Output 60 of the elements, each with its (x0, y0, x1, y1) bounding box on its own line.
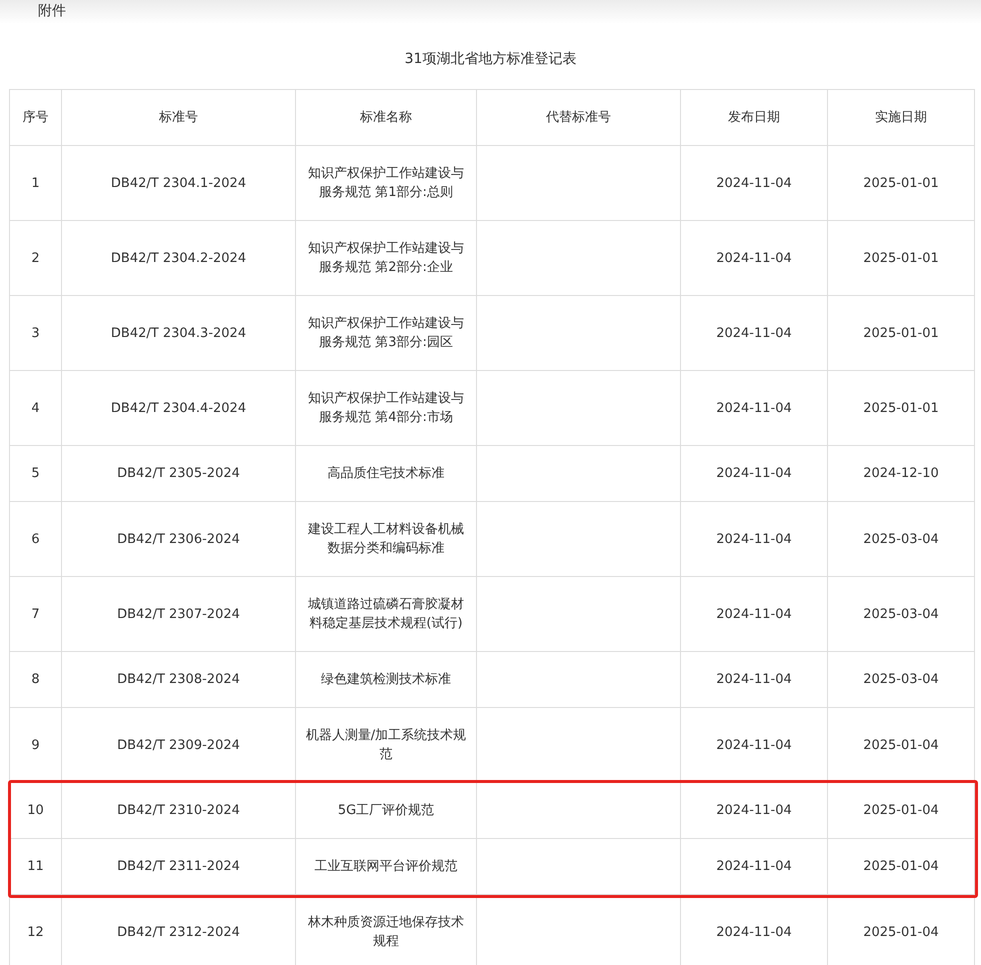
table-cell: DB42/T 2306-2024 (62, 502, 296, 576)
table-cell: 2024-11-04 (680, 370, 828, 446)
table-cell: DB42/T 2310-2024 (62, 782, 296, 838)
column-header: 代替标准号 (476, 90, 680, 146)
table-cell: DB42/T 2311-2024 (62, 838, 296, 894)
table-cell: 2024-12-10 (828, 446, 974, 502)
table-cell: 知识产权保护工作站建设与服务规范 第2部分:企业 (296, 220, 476, 296)
table-cell: 工业互联网平台评价规范 (296, 838, 476, 894)
table-cell: 2024-11-04 (680, 296, 828, 370)
table-cell: 10 (10, 782, 62, 838)
table-cell: 8 (10, 652, 62, 708)
table-cell: 2025-01-01 (828, 370, 974, 446)
column-header: 标准号 (62, 90, 296, 146)
table-cell: 2024-11-04 (680, 502, 828, 576)
table-cell: 2025-01-01 (828, 220, 974, 296)
table-cell: 2024-11-04 (680, 446, 828, 502)
table-cell: 2025-03-04 (828, 652, 974, 708)
column-header: 序号 (10, 90, 62, 146)
table-cell: 2025-01-01 (828, 296, 974, 370)
table-cell: DB42/T 2305-2024 (62, 446, 296, 502)
column-header: 发布日期 (680, 90, 828, 146)
table-cell: 城镇道路过硫磷石膏胶凝材料稳定基层技术规程(试行) (296, 576, 476, 652)
table-cell: DB42/T 2304.1-2024 (62, 146, 296, 220)
table-cell: 9 (10, 708, 62, 782)
table-cell: 2024-11-04 (680, 838, 828, 894)
table-cell: 2 (10, 220, 62, 296)
table-cell: DB42/T 2304.4-2024 (62, 370, 296, 446)
table-cell: 2024-11-04 (680, 782, 828, 838)
table-cell: 2024-11-04 (680, 576, 828, 652)
table-cell: DB42/T 2308-2024 (62, 652, 296, 708)
table-cell: 4 (10, 370, 62, 446)
column-header: 标准名称 (296, 90, 476, 146)
table-cell: DB42/T 2304.3-2024 (62, 296, 296, 370)
table-cell: 5 (10, 446, 62, 502)
table-cell: DB42/T 2307-2024 (62, 576, 296, 652)
table-cell: 3 (10, 296, 62, 370)
table-cell: 绿色建筑检测技术标准 (296, 652, 476, 708)
table-cell: 2025-01-01 (828, 146, 974, 220)
table-cell: DB42/T 2304.2-2024 (62, 220, 296, 296)
table-cell: 2025-03-04 (828, 502, 974, 576)
table-cell: 5G工厂评价规范 (296, 782, 476, 838)
table-cell: 高品质住宅技术标准 (296, 446, 476, 502)
table-cell: 2025-01-04 (828, 838, 974, 894)
column-header: 实施日期 (828, 90, 974, 146)
table-cell: 2024-11-04 (680, 220, 828, 296)
table-cell: 知识产权保护工作站建设与服务规范 第1部分:总则 (296, 146, 476, 220)
table-cell: 2024-11-04 (680, 146, 828, 220)
table-cell: 11 (10, 838, 62, 894)
table-cell: 2024-11-04 (680, 652, 828, 708)
table-cell: 2025-01-04 (828, 782, 974, 838)
table-cell: 1 (10, 146, 62, 220)
attachment-label: 附件 (38, 2, 66, 21)
table-cell: 12 (10, 894, 62, 965)
table-cell: 知识产权保护工作站建设与服务规范 第4部分:市场 (296, 370, 476, 446)
table-title: 31项湖北省地方标准登记表 (404, 50, 576, 68)
table-cell: 知识产权保护工作站建设与服务规范 第3部分:园区 (296, 296, 476, 370)
table-cell: 建设工程人工材料设备机械数据分类和编码标准 (296, 502, 476, 576)
table-cell: 7 (10, 576, 62, 652)
table-cell: 6 (10, 502, 62, 576)
table-cell: 2025-03-04 (828, 576, 974, 652)
